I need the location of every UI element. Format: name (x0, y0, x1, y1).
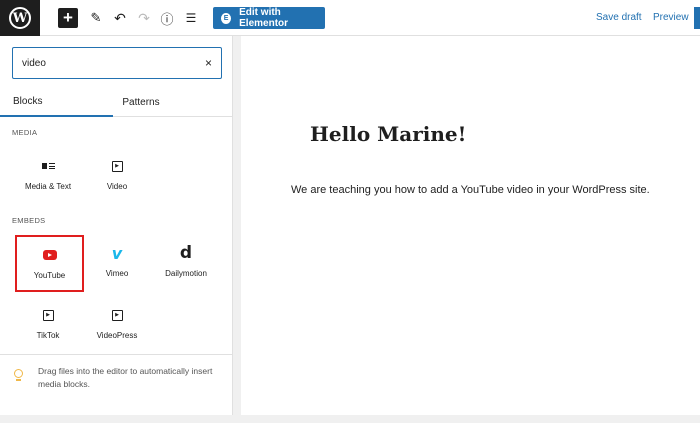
block-tiktok[interactable]: ▶ TikTok (14, 297, 82, 353)
add-block-button[interactable]: + (58, 8, 78, 28)
wordpress-icon: W (9, 7, 31, 29)
pencil-icon: ✎ (90, 10, 102, 25)
edit-with-elementor-button[interactable]: E Edit with Elementor (213, 7, 325, 29)
lightbulb-icon (14, 369, 23, 381)
block-video[interactable]: ▶ Video (83, 148, 151, 204)
elementor-icon: E (221, 12, 232, 24)
bottom-border (0, 415, 700, 423)
save-draft-button[interactable]: Save draft (596, 12, 642, 23)
block-label: Dailymotion (165, 269, 207, 278)
tools-button[interactable]: ✎ (86, 8, 106, 28)
block-media-text[interactable]: Media & Text (14, 148, 82, 204)
videopress-icon: ▶ (111, 305, 123, 325)
block-label: Media & Text (24, 182, 72, 191)
block-vimeo[interactable]: v Vimeo (83, 235, 151, 291)
tab-patterns[interactable]: Patterns (113, 88, 169, 117)
details-button[interactable]: ⓘ (157, 8, 177, 28)
post-title[interactable]: Hello Marine! (310, 122, 466, 146)
redo-button[interactable]: ↷ (134, 8, 154, 28)
list-view-icon: ☰ (185, 11, 197, 25)
publish-button-edge[interactable] (694, 7, 700, 29)
block-youtube[interactable]: YouTube (15, 235, 84, 292)
tab-blocks-label: Blocks (13, 96, 43, 107)
category-embeds-heading: EMBEDS (12, 216, 46, 225)
undo-button[interactable]: ↶ (110, 8, 130, 28)
editor-toolbar: W + ✎ ↶ ↷ ⓘ ☰ E Edit with Elementor Save… (0, 0, 700, 36)
close-icon[interactable]: × (205, 56, 212, 70)
canvas-border (233, 36, 241, 415)
vimeo-icon: v (111, 243, 123, 263)
block-videopress[interactable]: ▶ VideoPress (83, 297, 151, 353)
block-label: YouTube (33, 271, 66, 280)
paragraph-block[interactable]: We are teaching you how to add a YouTube… (291, 184, 650, 196)
tab-patterns-label: Patterns (122, 97, 160, 108)
block-label: Video (106, 182, 128, 191)
elementor-button-label: Edit with Elementor (239, 7, 289, 29)
dailymotion-icon: d (179, 243, 193, 263)
inserter-tip: Drag files into the editor to automatica… (38, 366, 213, 389)
undo-icon: ↶ (114, 9, 126, 26)
block-label: TikTok (36, 331, 60, 340)
category-media-heading: MEDIA (12, 128, 38, 137)
youtube-icon (42, 245, 57, 265)
redo-icon: ↷ (138, 9, 150, 26)
media-text-icon (41, 156, 55, 176)
tiktok-icon: ▶ (42, 305, 54, 325)
search-field[interactable]: × (12, 47, 222, 79)
search-input[interactable] (22, 57, 192, 69)
plus-icon: + (63, 8, 73, 27)
block-label: VideoPress (96, 331, 138, 340)
list-view-button[interactable]: ☰ (181, 8, 201, 28)
divider (0, 354, 232, 355)
block-label: Vimeo (105, 269, 129, 278)
video-icon: ▶ (111, 156, 123, 176)
preview-button[interactable]: Preview (653, 12, 689, 23)
tab-blocks[interactable]: Blocks (0, 88, 113, 117)
block-dailymotion[interactable]: d Dailymotion (152, 235, 220, 291)
block-inserter-panel: × Blocks Patterns MEDIA Media & Text ▶ V… (0, 36, 233, 415)
inserter-tabs: Blocks Patterns (0, 88, 232, 117)
info-icon: ⓘ (160, 11, 174, 27)
editor-canvas[interactable] (241, 36, 700, 415)
wordpress-logo-button[interactable]: W (0, 0, 40, 36)
